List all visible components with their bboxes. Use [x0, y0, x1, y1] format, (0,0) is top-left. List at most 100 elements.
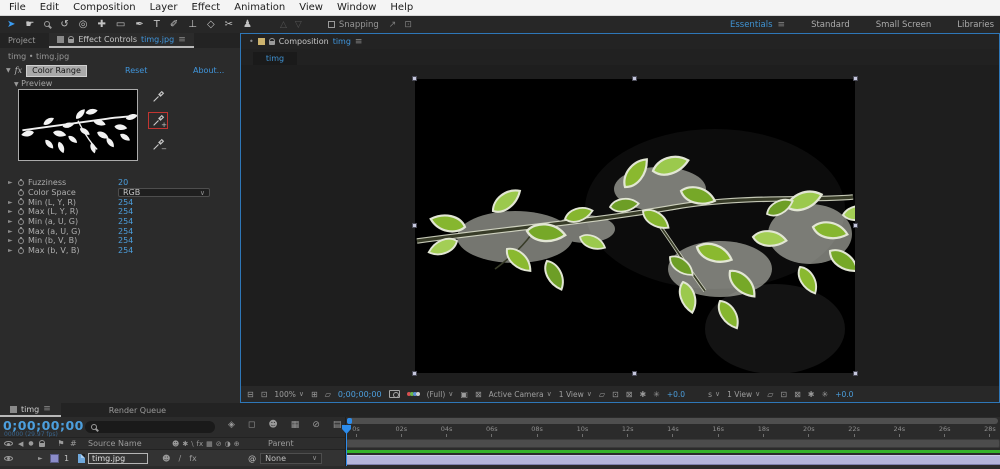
parent-column-header[interactable]: Parent: [262, 439, 294, 448]
workspace-menu-icon[interactable]: ≡: [778, 20, 786, 30]
adjustment-switch-icon[interactable]: ◑: [225, 440, 231, 448]
layer-label-chip[interactable]: [50, 454, 59, 463]
composition-image-frame[interactable]: [415, 79, 855, 373]
layer-expander-icon[interactable]: ►: [38, 455, 50, 462]
timeline-button-icon[interactable]: ⊠: [626, 390, 633, 399]
video-column-icon[interactable]: [4, 441, 13, 446]
selection-handle-top-right[interactable]: [853, 76, 858, 81]
selection-handle-mid-left[interactable]: [412, 223, 417, 228]
stopwatch-icon[interactable]: [18, 219, 24, 225]
motion-blur-icon[interactable]: ⊘: [312, 420, 320, 430]
selection-handle-bottom-center[interactable]: [632, 371, 637, 376]
tab-timeline-timg[interactable]: timg ≡: [0, 403, 61, 417]
region-of-interest-icon[interactable]: ▱: [325, 390, 331, 399]
tab-effect-controls[interactable]: Effect Controls timg.jpg ≡: [49, 33, 193, 48]
panel-menu-icon[interactable]: ≡: [355, 37, 363, 47]
layer-visibility-icon[interactable]: [0, 454, 14, 463]
expander-icon[interactable]: ►: [8, 228, 14, 235]
effect-about-button[interactable]: About...: [193, 66, 224, 75]
resolution-dropdown[interactable]: (Full)∨: [427, 390, 454, 399]
menu-help[interactable]: Help: [390, 2, 413, 13]
pen-tool-icon[interactable]: ✒: [135, 16, 143, 33]
show-channel-icon[interactable]: [407, 392, 420, 396]
fx-switch-icon[interactable]: fx: [197, 440, 204, 448]
hand-tool-icon[interactable]: ☛: [25, 16, 34, 33]
layer-source-name[interactable]: timg.jpg: [88, 453, 148, 464]
menu-composition[interactable]: Composition: [73, 2, 135, 13]
motion-blur-switch-icon[interactable]: ⊘: [216, 440, 222, 448]
magnification-dropdown[interactable]: 100%∨: [274, 390, 304, 399]
flowchart-button-icon[interactable]: ✱: [808, 390, 815, 399]
stopwatch-icon[interactable]: [18, 209, 24, 215]
timeline-track-area[interactable]: 0s 02s 04s 06s 08s 10s 12s 14s 16s 18s 2…: [346, 417, 1000, 466]
exposure-value-2[interactable]: +0.0: [835, 390, 853, 399]
layer-fx-icon[interactable]: fx: [189, 454, 197, 463]
eyedropper-add-button[interactable]: +: [149, 113, 167, 128]
hide-shy-layers-icon[interactable]: ☻: [268, 420, 277, 430]
menu-window[interactable]: Window: [337, 2, 376, 13]
collapse-effect-icon[interactable]: ▼: [6, 67, 11, 74]
view-layout-dropdown-2[interactable]: 1 View∨: [727, 390, 760, 399]
collapse-preview-icon[interactable]: ▼: [14, 81, 19, 88]
panel-menu-icon[interactable]: ≡: [43, 404, 51, 414]
tab-label[interactable]: Composition: [279, 37, 329, 46]
menu-edit[interactable]: Edit: [40, 2, 59, 13]
effect-name[interactable]: Color Range: [26, 65, 87, 77]
preview-group-row[interactable]: ▼ Preview: [14, 79, 52, 88]
stopwatch-icon[interactable]: [18, 228, 24, 234]
selection-handle-bottom-left[interactable]: [412, 371, 417, 376]
shy-switch-icon[interactable]: ☻: [172, 440, 179, 448]
pan-behind-tool-icon[interactable]: ✚: [97, 16, 105, 33]
type-tool-icon[interactable]: T: [154, 16, 160, 33]
lock-icon[interactable]: [68, 39, 74, 43]
workspace-standard[interactable]: Standard: [811, 20, 850, 30]
clone-stamp-tool-icon[interactable]: ⊥: [188, 16, 197, 33]
snap-option-icon[interactable]: ⊡: [404, 20, 412, 30]
navigator-handle[interactable]: [347, 418, 352, 424]
property-value[interactable]: 254: [118, 227, 133, 236]
property-value[interactable]: 254: [118, 236, 133, 245]
solo-column-icon[interactable]: ●: [28, 440, 33, 447]
roto-brush-tool-icon[interactable]: ✂: [225, 16, 233, 33]
rotate-tool-icon[interactable]: ↺: [60, 16, 68, 33]
snap-option-icon[interactable]: ↗: [389, 20, 397, 30]
panel-menu-icon[interactable]: ≡: [178, 35, 186, 45]
selection-tool-icon[interactable]: ➤: [7, 16, 15, 33]
comp-timecode[interactable]: 0;00;00;00: [338, 390, 382, 399]
workspace-libraries[interactable]: Libraries: [957, 20, 994, 30]
stopwatch-icon[interactable]: [18, 238, 24, 244]
layer-quality-icon[interactable]: /: [179, 454, 182, 463]
aux-dropdown[interactable]: s∨: [708, 390, 720, 399]
stopwatch-icon[interactable]: [18, 180, 24, 186]
source-name-column-header[interactable]: Source Name: [88, 439, 172, 448]
expander-icon[interactable]: ►: [8, 247, 14, 254]
fast-previews-icon[interactable]: ⊡: [780, 390, 787, 399]
audio-column-icon[interactable]: ◀: [18, 440, 23, 448]
expander-icon[interactable]: ►: [8, 237, 14, 244]
expander-icon[interactable]: ►: [8, 199, 14, 206]
selection-handle-mid-right[interactable]: [853, 223, 858, 228]
menu-file[interactable]: File: [9, 2, 26, 13]
lock-column-icon[interactable]: [39, 443, 45, 447]
eyedropper-subtract-button[interactable]: −: [149, 137, 167, 152]
camera-tool-icon[interactable]: ◎: [79, 16, 88, 33]
index-column-header[interactable]: #: [70, 439, 88, 448]
layer-shy-icon[interactable]: ☻: [162, 454, 170, 463]
tab-render-queue[interactable]: Render Queue: [109, 406, 166, 415]
selection-handle-bottom-right[interactable]: [853, 371, 858, 376]
frame-blend-switch-icon[interactable]: \: [191, 440, 193, 448]
menu-animation[interactable]: Animation: [234, 2, 285, 13]
reset-exposure-icon[interactable]: ✳: [821, 390, 828, 399]
mask-visibility-icon[interactable]: ⊠: [475, 390, 482, 399]
mini-flowchart-icon[interactable]: ◈: [228, 420, 235, 430]
time-navigator-bar[interactable]: [347, 418, 998, 424]
effect-reset-button[interactable]: Reset: [125, 66, 147, 75]
exposure-value[interactable]: +0.0: [667, 390, 685, 399]
selection-handle-top-center[interactable]: [632, 76, 637, 81]
tab-project[interactable]: Project: [0, 33, 49, 48]
view-layout-dropdown[interactable]: 1 View∨: [559, 390, 592, 399]
eraser-tool-icon[interactable]: ◇: [207, 16, 215, 33]
stopwatch-icon[interactable]: [18, 190, 24, 196]
layer-row-1[interactable]: ► 1 timg.jpg ☻ / fx @ None ∨: [0, 450, 345, 466]
time-ruler[interactable]: 0s 02s 04s 06s 08s 10s 12s 14s 16s 18s 2…: [346, 425, 1000, 438]
